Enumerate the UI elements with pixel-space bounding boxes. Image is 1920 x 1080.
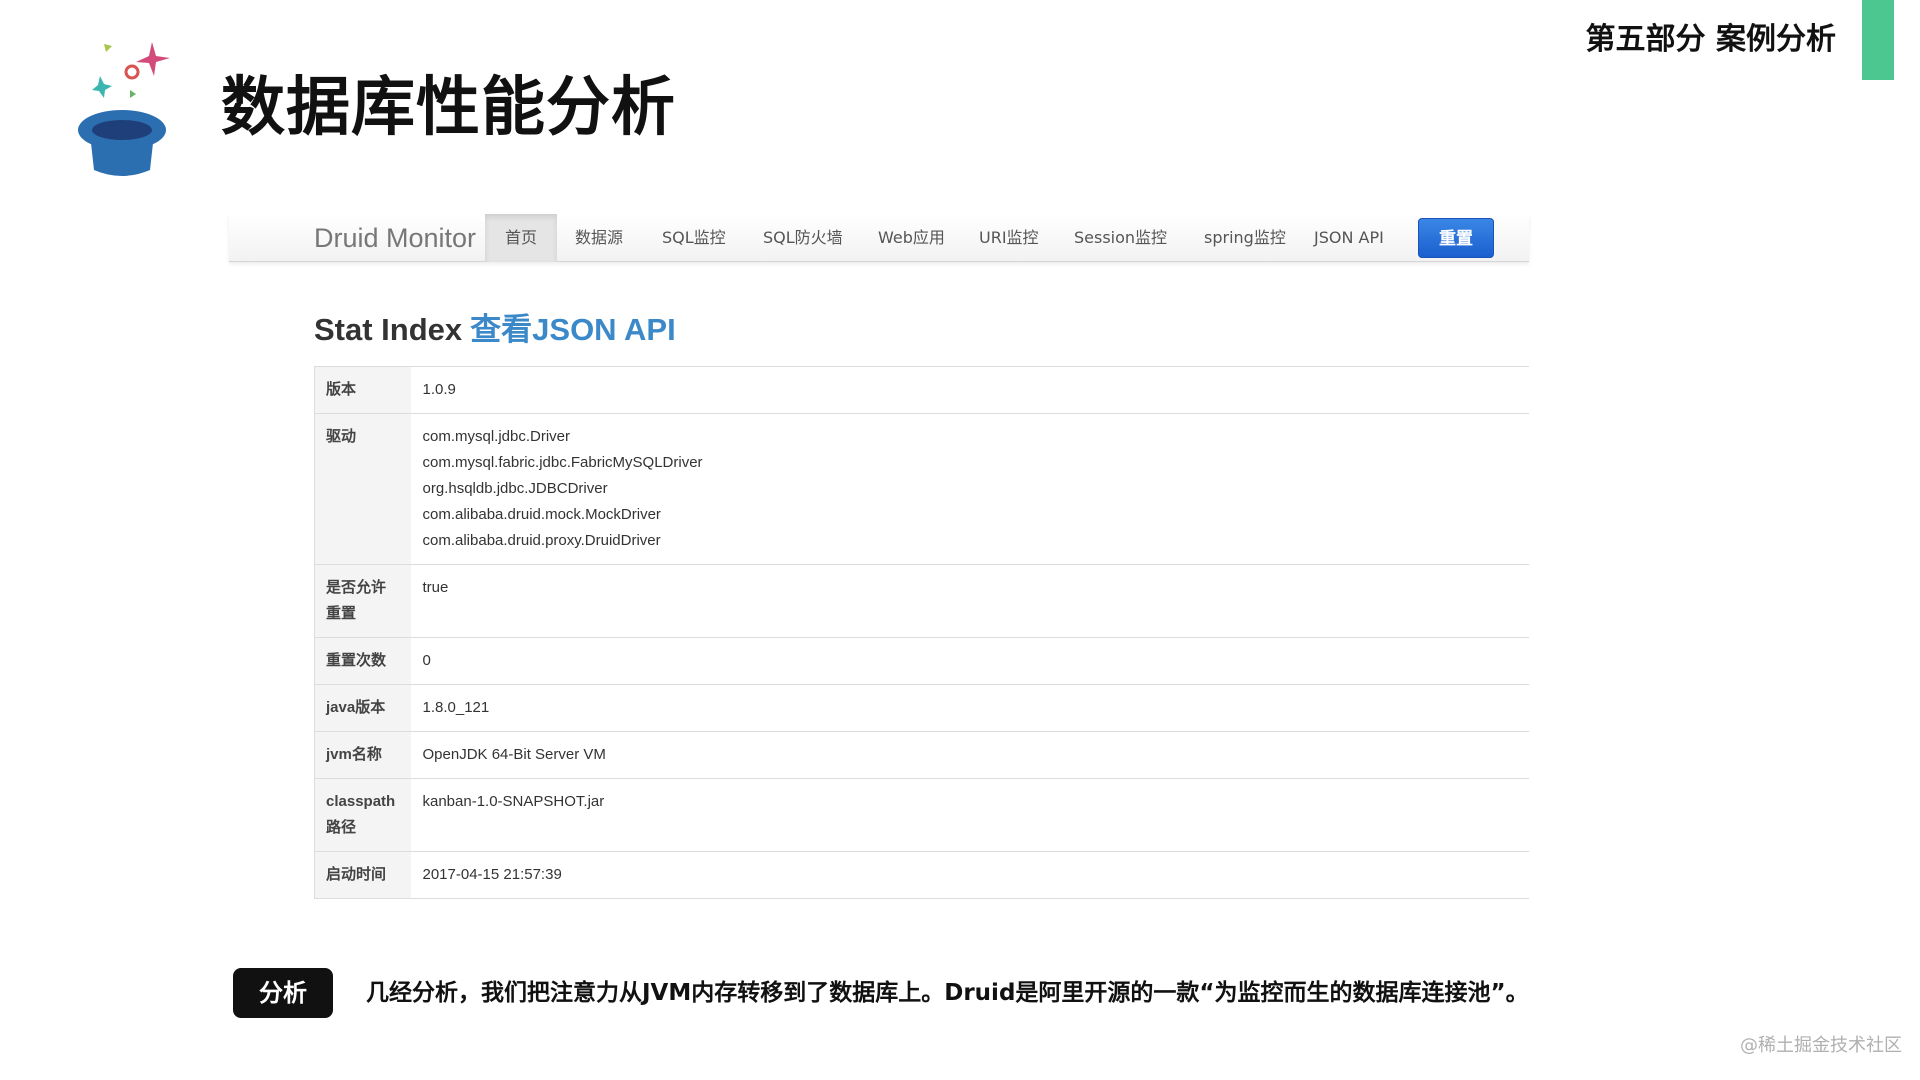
- row-value-java-version: 1.8.0_121: [410, 684, 1529, 732]
- value-line: com.mysql.jdbc.Driver: [422, 428, 571, 445]
- row-value-allow-reset: true: [410, 564, 1529, 638]
- table-row: jvm名称 OpenJDK 64-Bit Server VM: [314, 731, 1529, 779]
- row-value-version: 1.0.9: [410, 366, 1529, 414]
- row-key-jvm-name: jvm名称: [314, 731, 411, 779]
- section-label: 第五部分 案例分析: [1585, 22, 1836, 57]
- row-key-start-time: 启动时间: [314, 851, 411, 899]
- row-value-jvm-name: OpenJDK 64-Bit Server VM: [410, 731, 1529, 779]
- nav-item-json-api[interactable]: JSON API: [1314, 214, 1384, 262]
- nav-item-session-monitor[interactable]: Session监控: [1074, 214, 1167, 262]
- nav-item-spring-monitor[interactable]: spring监控: [1204, 214, 1286, 262]
- row-key-allow-reset: 是否允许重置: [314, 564, 411, 638]
- table-row: 驱动 com.mysql.jdbc.Driver com.mysql.fabri…: [314, 413, 1529, 565]
- value-line: 2017-04-15 21:57:39: [422, 866, 562, 883]
- value-line: kanban-1.0-SNAPSHOT.jar: [422, 793, 605, 810]
- row-key-version: 版本: [314, 366, 411, 414]
- accent-bar: [1862, 0, 1894, 80]
- table-row: classpath路径 kanban-1.0-SNAPSHOT.jar: [314, 778, 1529, 852]
- slide-title: 数据库性能分析: [221, 71, 676, 145]
- value-line: 0: [422, 652, 431, 669]
- magic-hat-logo-icon: [70, 38, 180, 178]
- brand-logo[interactable]: Druid Monitor: [314, 220, 476, 256]
- nav-item-sql-monitor[interactable]: SQL监控: [662, 214, 726, 262]
- row-key-java-version: java版本: [314, 684, 411, 732]
- row-value-driver: com.mysql.jdbc.Driver com.mysql.fabric.j…: [410, 413, 1529, 565]
- analysis-badge: 分析: [233, 968, 333, 1018]
- table-row: 启动时间 2017-04-15 21:57:39: [314, 851, 1529, 899]
- watermark: @稀土掘金技术社区: [1740, 1035, 1902, 1056]
- table-row: 是否允许重置 true: [314, 564, 1529, 638]
- value-line: com.mysql.fabric.jdbc.FabricMySQLDriver: [422, 454, 703, 471]
- druid-navbar: Druid Monitor 首页 数据源 SQL监控 SQL防火墙 Web应用 …: [229, 214, 1529, 262]
- row-key-driver: 驱动: [314, 413, 411, 565]
- view-json-api-link[interactable]: 查看JSON API: [470, 312, 676, 347]
- row-value-start-time: 2017-04-15 21:57:39: [410, 851, 1529, 899]
- value-line: com.alibaba.druid.proxy.DruidDriver: [422, 532, 661, 549]
- stat-index-table: 版本 1.0.9 驱动 com.mysql.jdbc.Driver com.my…: [314, 366, 1529, 899]
- value-line: 1.0.9: [422, 381, 456, 398]
- nav-item-uri-monitor[interactable]: URI监控: [979, 214, 1039, 262]
- table-row: java版本 1.8.0_121: [314, 684, 1529, 732]
- row-key-classpath: classpath路径: [314, 778, 411, 852]
- nav-item-home[interactable]: 首页: [485, 214, 558, 262]
- nav-item-sql-firewall[interactable]: SQL防火墙: [763, 214, 843, 262]
- row-key-reset-count: 重置次数: [314, 637, 411, 685]
- reset-button[interactable]: 重置: [1418, 218, 1494, 258]
- value-line: 1.8.0_121: [422, 699, 490, 716]
- stat-index-title: Stat Index: [314, 312, 463, 347]
- value-line: true: [422, 579, 449, 596]
- stat-index-heading: Stat Index 查看JSON API: [314, 310, 676, 350]
- table-row: 重置次数 0: [314, 637, 1529, 685]
- table-row: 版本 1.0.9: [314, 366, 1529, 414]
- row-value-reset-count: 0: [410, 637, 1529, 685]
- nav-item-web-app[interactable]: Web应用: [878, 214, 945, 262]
- row-value-classpath: kanban-1.0-SNAPSHOT.jar: [410, 778, 1529, 852]
- value-line: org.hsqldb.jdbc.JDBCDriver: [422, 480, 608, 497]
- analysis-text: 几经分析，我们把注意力从JVM内存转移到了数据库上。Druid是阿里开源的一款“…: [366, 980, 1529, 1006]
- value-line: com.alibaba.druid.mock.MockDriver: [422, 506, 661, 523]
- nav-item-datasource[interactable]: 数据源: [575, 214, 623, 262]
- value-line: OpenJDK 64-Bit Server VM: [422, 746, 606, 763]
